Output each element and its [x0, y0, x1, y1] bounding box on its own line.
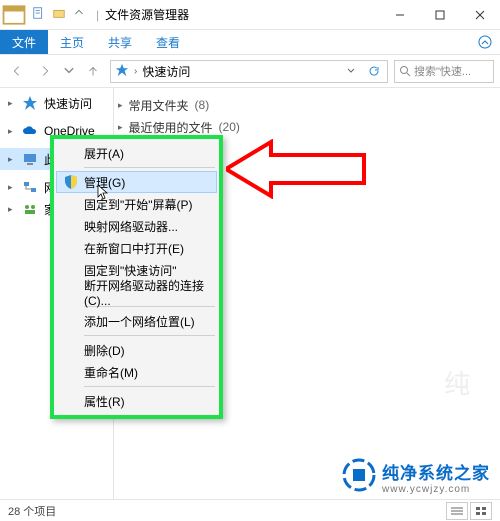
ctx-label: 属性(R) [84, 393, 125, 410]
ctx-label: 添加一个网络位置(L) [84, 313, 195, 330]
refresh-button[interactable] [365, 65, 383, 77]
group-count: (8) [195, 98, 210, 112]
ctx-label: 重命名(M) [84, 364, 138, 381]
ctx-open-new-window[interactable]: 在新窗口中打开(E) [56, 237, 217, 259]
tab-home-label: 主页 [60, 34, 84, 51]
ctx-separator [84, 167, 215, 168]
ctx-label: 映射网络驱动器... [84, 218, 178, 235]
quick-access-pin-icon [115, 63, 129, 80]
homegroup-icon [22, 201, 38, 217]
ctx-properties[interactable]: 属性(R) [56, 390, 217, 412]
group-label: 最近使用的文件 [129, 119, 213, 136]
nav-forward-button[interactable] [34, 60, 56, 82]
status-bar: 28 个项目 [0, 499, 500, 521]
address-dropdown-button[interactable] [342, 66, 360, 76]
tab-file-label: 文件 [12, 34, 36, 51]
thumbnails-view-button[interactable] [470, 502, 492, 520]
cloud-icon [22, 123, 38, 139]
ctx-separator [84, 386, 215, 387]
ctx-delete[interactable]: 删除(D) [56, 339, 217, 361]
ctx-label: 固定到"开始"屏幕(P) [84, 196, 193, 213]
ctx-disconnect-drive[interactable]: 断开网络驱动器的连接(C)... [56, 281, 217, 303]
navigation-bar: › 快速访问 搜索"快速... [0, 55, 500, 88]
ribbon-help-button[interactable] [470, 30, 500, 54]
expander-icon[interactable]: ▸ [8, 126, 16, 137]
search-input[interactable]: 搜索"快速... [394, 60, 494, 83]
tab-share[interactable]: 共享 [96, 30, 144, 54]
ctx-map-drive[interactable]: 映射网络驱动器... [56, 215, 217, 237]
system-menu-icon[interactable] [0, 1, 28, 29]
group-frequent-folders[interactable]: ▸ 常用文件夹 (8) [118, 94, 496, 116]
title-bar: | 文件资源管理器 [0, 0, 500, 30]
background-stamp: 纯 [444, 364, 470, 401]
group-label: 常用文件夹 [129, 97, 189, 114]
nav-up-button[interactable] [82, 60, 104, 82]
ctx-rename[interactable]: 重命名(M) [56, 361, 217, 383]
ribbon-tabs: 文件 主页 共享 查看 [0, 30, 500, 55]
ctx-expand[interactable]: 展开(A) [56, 142, 217, 164]
close-button[interactable] [460, 0, 500, 30]
star-icon [22, 95, 38, 111]
maximize-button[interactable] [420, 0, 460, 30]
ctx-pin-start[interactable]: 固定到"开始"屏幕(P) [56, 193, 217, 215]
properties-icon[interactable] [32, 6, 46, 23]
address-location: 快速访问 [142, 63, 190, 80]
address-bar[interactable]: › 快速访问 [110, 60, 388, 83]
minimize-button[interactable] [380, 0, 420, 30]
quick-access-toolbar [28, 6, 90, 23]
network-icon [22, 179, 38, 195]
expander-icon[interactable]: ▸ [8, 182, 16, 193]
expander-icon[interactable]: ▸ [118, 122, 123, 133]
expander-icon[interactable]: ▸ [8, 204, 16, 215]
ctx-label: 删除(D) [84, 342, 125, 359]
ctx-label: 展开(A) [84, 145, 124, 162]
window-title: 文件资源管理器 [105, 6, 189, 23]
tab-file[interactable]: 文件 [0, 30, 48, 54]
new-folder-icon[interactable] [52, 6, 66, 23]
details-view-button[interactable] [446, 502, 468, 520]
ctx-label: 断开网络驱动器的连接(C)... [84, 277, 217, 308]
expander-icon[interactable]: ▸ [118, 100, 123, 111]
watermark-title: 纯净系统之家 [382, 459, 490, 484]
context-menu: 展开(A) 管理(G) 固定到"开始"屏幕(P) 映射网络驱动器... 在新窗口… [50, 135, 223, 419]
tab-share-label: 共享 [108, 34, 132, 51]
tab-view[interactable]: 查看 [144, 30, 192, 54]
ctx-manage[interactable]: 管理(G) [56, 171, 217, 193]
search-placeholder: 搜索"快速... [414, 63, 471, 79]
title-separator: | [96, 8, 99, 22]
tab-view-label: 查看 [156, 34, 180, 51]
watermark-url: www.ycwjzy.com [382, 484, 490, 495]
sidebar-item-label: 快速访问 [44, 95, 92, 112]
sidebar-item-quick-access[interactable]: ▸ 快速访问 [0, 92, 113, 114]
expander-icon[interactable]: ▸ [8, 98, 16, 109]
status-item-count: 28 个项目 [8, 503, 56, 519]
watermark: 纯净系统之家 www.ycwjzy.com [342, 458, 490, 495]
shield-icon [63, 174, 79, 190]
nav-back-button[interactable] [6, 60, 28, 82]
ctx-label: 在新窗口中打开(E) [84, 240, 184, 257]
tab-home[interactable]: 主页 [48, 30, 96, 54]
pc-icon [22, 151, 38, 167]
annotation-arrow [226, 139, 366, 202]
qat-customize-icon[interactable] [72, 6, 86, 23]
watermark-logo-icon [342, 458, 376, 495]
nav-history-button[interactable] [62, 60, 76, 82]
expander-icon[interactable]: ▸ [8, 154, 16, 165]
breadcrumb-chevron-icon[interactable]: › [134, 66, 137, 77]
group-count: (20) [219, 120, 240, 134]
ctx-add-network-location[interactable]: 添加一个网络位置(L) [56, 310, 217, 332]
ctx-separator [84, 335, 215, 336]
